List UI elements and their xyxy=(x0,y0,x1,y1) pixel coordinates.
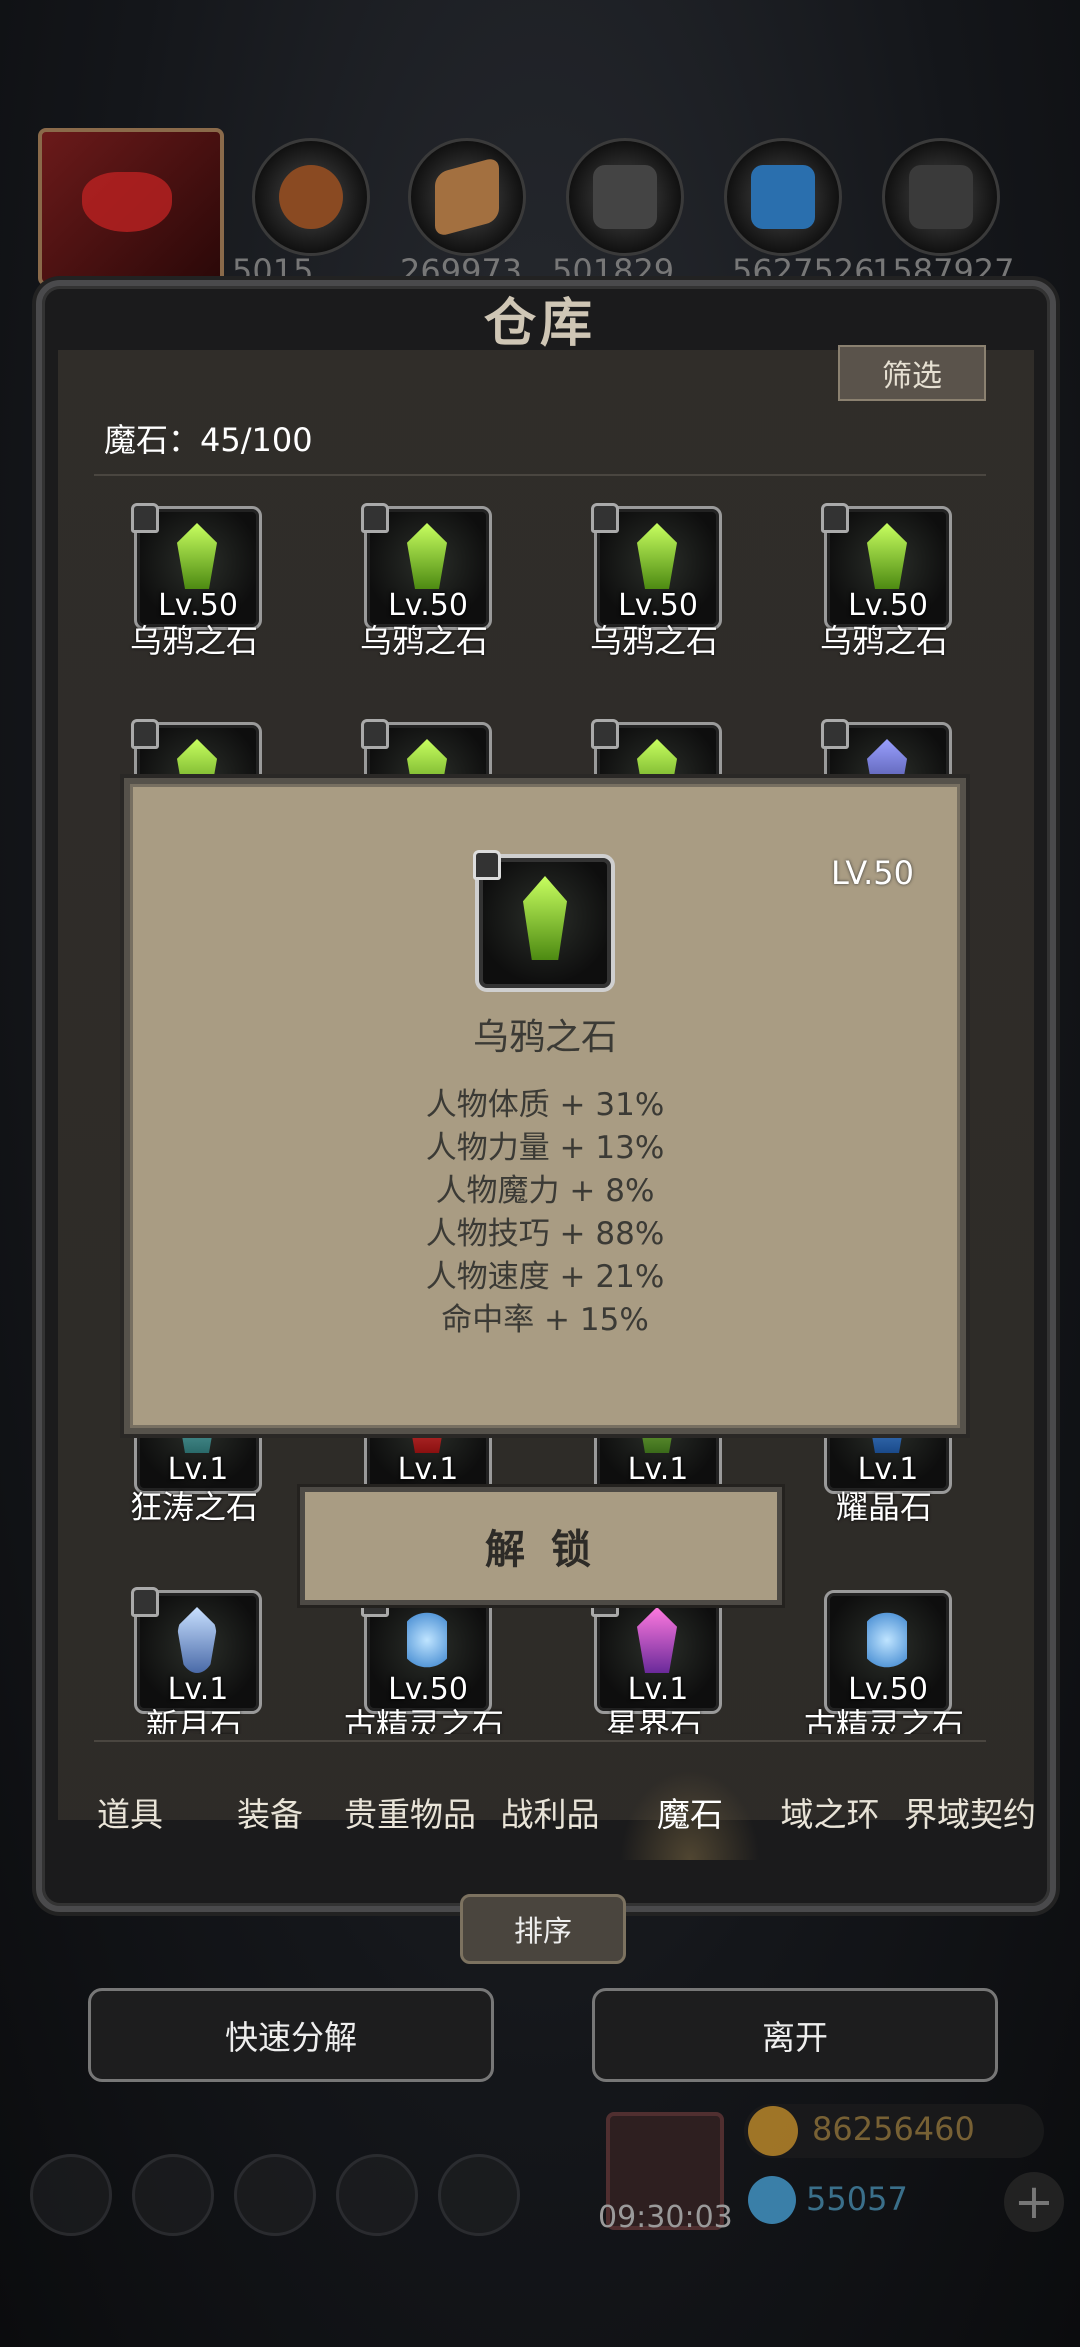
demon-mask-icon xyxy=(82,172,172,232)
gold-counter: 86256460 xyxy=(744,2104,1044,2158)
gift-timer: 09:30:03 xyxy=(598,2200,733,2235)
tab-loot[interactable]: 战利品 xyxy=(480,1770,620,1860)
gold-coin-icon xyxy=(748,2106,798,2156)
resource-crystal-icon[interactable] xyxy=(724,138,842,256)
gem-icon xyxy=(637,1607,677,1673)
lock-icon xyxy=(473,850,501,880)
resource-plank-icon[interactable] xyxy=(408,138,526,256)
item-name: 古精灵之石 xyxy=(803,1706,964,1734)
item-slot[interactable]: Lv.50 xyxy=(591,503,722,630)
gem-icon xyxy=(523,876,567,960)
orb-icon xyxy=(407,1612,447,1668)
tooltip-item-name: 乌鸦之石 xyxy=(472,1017,617,1058)
lock-icon xyxy=(821,503,849,533)
stat-line: 人物力量 + 13% xyxy=(425,1130,665,1166)
item-name: 耀晶石 xyxy=(835,1488,932,1526)
unlock-button[interactable]: 解 锁 xyxy=(300,1487,782,1605)
item-slot[interactable]: Lv.50 xyxy=(361,1587,492,1714)
leave-button[interactable]: 离开 xyxy=(592,1988,998,2082)
item-name: 乌鸦之石 xyxy=(819,622,948,660)
tab-magic-stones[interactable]: 魔石 xyxy=(620,1770,760,1860)
tooltip-level: LV.50 xyxy=(831,854,914,892)
gem-icon xyxy=(637,523,677,589)
stat-line: 人物速度 + 21% xyxy=(425,1259,665,1295)
title-text: 仓库 xyxy=(483,292,596,354)
item-slot[interactable]: Lv.1 xyxy=(591,1587,722,1714)
lock-icon xyxy=(131,503,159,533)
resource-iron-icon[interactable] xyxy=(882,138,1000,256)
item-name: 乌鸦之石 xyxy=(359,622,488,660)
tab-domain-rings[interactable]: 域之环 xyxy=(760,1770,900,1860)
tab-items[interactable]: 道具 xyxy=(60,1770,200,1860)
tooltip-stats: 人物体质 + 31% 人物力量 + 13% 人物魔力 + 8% 人物技巧 + 8… xyxy=(130,1084,960,1342)
item-level: Lv.1 xyxy=(397,1452,459,1487)
mail-icon[interactable] xyxy=(336,2154,418,2236)
gold-value: 86256460 xyxy=(812,2110,975,2148)
settings-icon[interactable] xyxy=(30,2154,112,2236)
lock-icon xyxy=(821,719,849,749)
page-title: 仓库 xyxy=(400,270,680,366)
lock-icon xyxy=(361,503,389,533)
category-tabs: 道具 装备 贵重物品 战利品 魔石 域之环 界域契约 xyxy=(60,1770,1040,1860)
item-tooltip: LV.50 乌鸦之石 人物体质 + 31% 人物力量 + 13% 人物魔力 + … xyxy=(124,778,966,1434)
flag-icon[interactable] xyxy=(438,2154,520,2236)
tab-realm-contracts[interactable]: 界域契约 xyxy=(900,1770,1040,1860)
item-name: 新月石 xyxy=(145,1706,242,1734)
crescent-moon-icon xyxy=(177,1607,217,1673)
item-slot[interactable]: Lv.50 xyxy=(824,1590,952,1714)
sort-button[interactable]: 排序 xyxy=(460,1894,626,1964)
lock-icon xyxy=(131,1587,159,1617)
gem-icon xyxy=(407,523,447,589)
resource-wood-log-icon[interactable] xyxy=(252,138,370,256)
category-count: 魔石：45/100 xyxy=(104,421,313,459)
gem-counter: 55057 xyxy=(744,2174,1004,2228)
stat-line: 命中率 + 15% xyxy=(441,1302,649,1338)
stat-line: 人物魔力 + 8% xyxy=(435,1173,655,1209)
gem-icon xyxy=(867,523,907,589)
add-currency-button[interactable]: + xyxy=(1004,2172,1064,2232)
tab-equipment[interactable]: 装备 xyxy=(200,1770,340,1860)
item-name: 乌鸦之石 xyxy=(129,622,258,660)
resource-stone-icon[interactable] xyxy=(566,138,684,256)
gem-value: 55057 xyxy=(806,2180,908,2218)
resource-bar: 5015 269973 501829 5627526 1587927 xyxy=(0,120,1080,290)
item-name: 乌鸦之石 xyxy=(589,622,718,660)
item-name: 狂涛之石 xyxy=(129,1488,258,1526)
item-slot[interactable]: Lv.50 xyxy=(361,503,492,630)
divider xyxy=(94,1740,986,1742)
filter-button[interactable]: 筛选 xyxy=(838,345,986,401)
medal-icon[interactable] xyxy=(132,2154,214,2236)
tooltip-item-icon xyxy=(473,850,615,992)
lock-icon xyxy=(131,719,159,749)
lock-icon xyxy=(591,719,619,749)
item-name: 星界石 xyxy=(605,1706,702,1734)
item-slot[interactable]: Lv.50 xyxy=(131,503,262,630)
lock-icon xyxy=(591,503,619,533)
player-avatar[interactable] xyxy=(38,128,224,286)
lock-icon xyxy=(361,719,389,749)
gem-icon xyxy=(177,523,217,589)
item-slot[interactable]: Lv.1 xyxy=(131,1587,262,1714)
tab-valuables[interactable]: 贵重物品 xyxy=(340,1770,480,1860)
castle-icon[interactable] xyxy=(234,2154,316,2236)
stat-line: 人物体质 + 31% xyxy=(425,1087,665,1123)
item-slot[interactable]: Lv.50 xyxy=(821,503,952,630)
stat-line: 人物技巧 + 88% xyxy=(425,1216,665,1252)
item-level: Lv.1 xyxy=(627,1452,689,1487)
item-name: 古精灵之石 xyxy=(343,1706,504,1734)
divider xyxy=(94,474,986,476)
quick-decompose-button[interactable]: 快速分解 xyxy=(88,1988,494,2082)
blue-gem-icon xyxy=(748,2176,796,2224)
orb-icon xyxy=(867,1612,907,1668)
